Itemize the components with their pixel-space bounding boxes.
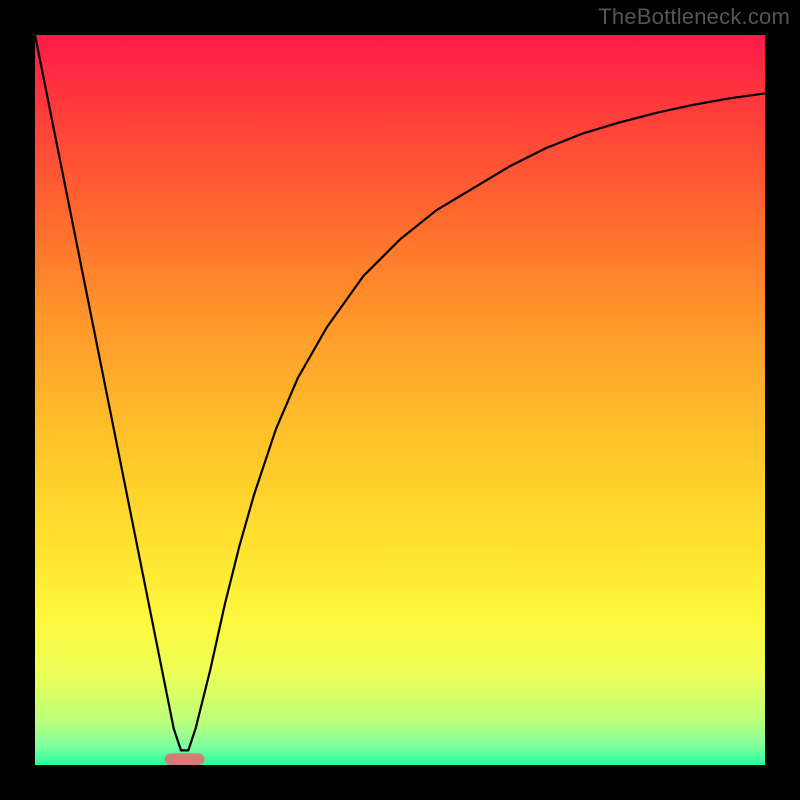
plot-area <box>35 35 765 765</box>
chart-frame: TheBottleneck.com <box>0 0 800 800</box>
gradient-background <box>35 35 765 765</box>
watermark-text: TheBottleneck.com <box>598 4 790 30</box>
chart-svg <box>35 35 765 765</box>
optimal-marker <box>165 753 205 765</box>
